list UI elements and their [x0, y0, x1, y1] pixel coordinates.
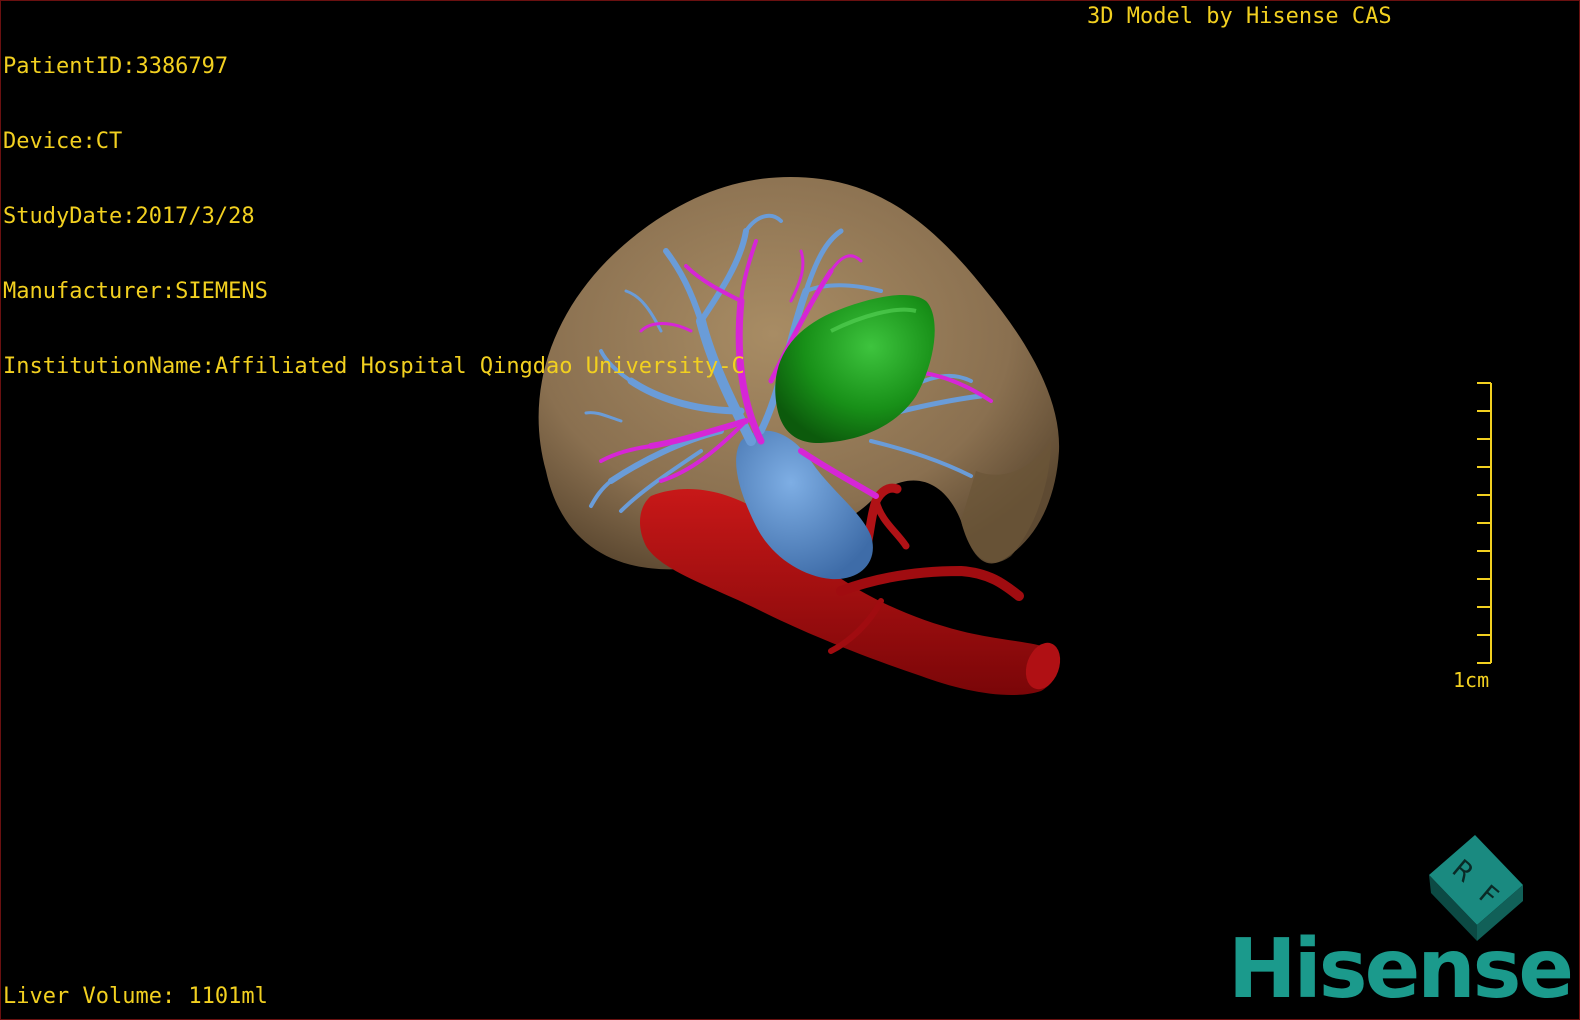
institution-label: InstitutionName:Affiliated Hospital Qing… — [3, 354, 745, 379]
dicom-info-overlay: PatientID:3386797 Device:CT StudyDate:20… — [3, 4, 745, 429]
hepatic-artery-branch — [872, 497, 910, 550]
patient-id-label: PatientID:3386797 — [3, 54, 229, 79]
manufacturer-label: Manufacturer:SIEMENS — [3, 279, 268, 304]
hisense-logo: Hisense — [1228, 922, 1574, 1017]
device-label: Device:CT — [3, 129, 123, 154]
liver-volume-label: Liver Volume: 1101ml — [3, 984, 268, 1009]
renal-artery — [836, 565, 1024, 601]
scale-bar — [1477, 382, 1492, 664]
model-credit-label: 3D Model by Hisense CAS — [1087, 4, 1392, 29]
3d-viewport[interactable]: PatientID:3386797 Device:CT StudyDate:20… — [0, 0, 1580, 1020]
study-date-label: StudyDate:2017/3/28 — [3, 204, 255, 229]
scale-label: 1cm — [1453, 668, 1490, 692]
